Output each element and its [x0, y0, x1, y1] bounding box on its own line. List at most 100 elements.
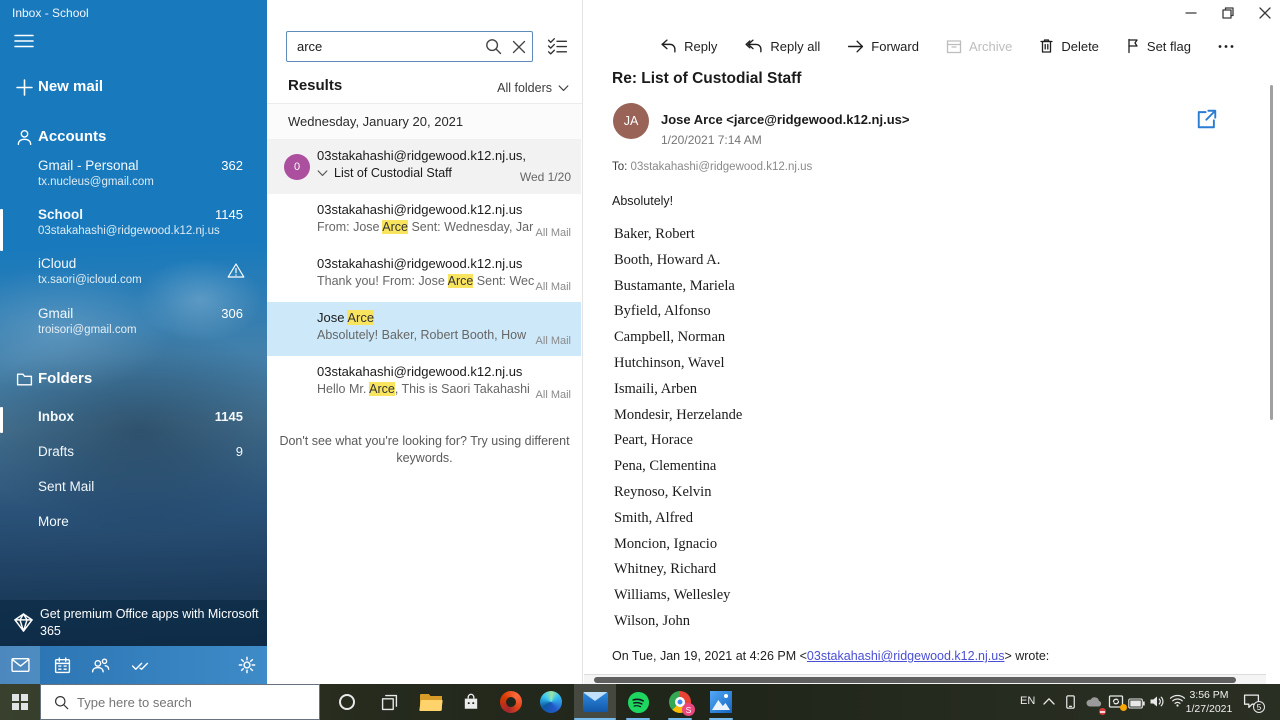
folder-name: Drafts — [38, 444, 75, 459]
accounts-header[interactable]: Accounts — [0, 126, 267, 154]
set-flag-button[interactable]: Set flag — [1126, 38, 1191, 54]
account-email: tx.saori@icloud.com — [38, 274, 142, 286]
selected-folder-indicator — [0, 407, 3, 433]
horizontal-scrollbar[interactable] — [584, 674, 1266, 684]
forward-button[interactable]: Forward — [847, 39, 919, 54]
windows-taskbar: S EN 3:56 — [0, 684, 1280, 720]
result-row-selected[interactable]: Jose Arce Absolutely! Baker, Robert Boot… — [267, 302, 581, 356]
chrome-button[interactable]: S — [660, 684, 700, 720]
plus-icon — [16, 79, 33, 96]
people-nav-button[interactable] — [80, 646, 120, 684]
volume-tray-button[interactable] — [1149, 694, 1165, 714]
archive-button[interactable]: Archive — [946, 39, 1012, 54]
onedrive-tray-button[interactable] — [1085, 694, 1106, 715]
chevron-down-icon — [558, 84, 569, 91]
edge-button[interactable] — [531, 684, 571, 720]
result-folder-label: All Mail — [535, 281, 571, 293]
mail-nav-button[interactable] — [0, 646, 40, 684]
archive-icon — [946, 39, 962, 53]
folders-header[interactable]: Folders — [0, 368, 267, 396]
vertical-scrollbar-thumb[interactable] — [1270, 85, 1273, 420]
folder-drafts[interactable]: Drafts 9 — [38, 444, 255, 468]
result-row-conversation-group[interactable]: 0 03stakahashi@ridgewood.k12.nj.us, List… — [267, 140, 581, 194]
settings-nav-button[interactable] — [227, 646, 267, 684]
restore-button[interactable] — [1221, 6, 1235, 20]
account-unread-count: 306 — [221, 306, 243, 321]
date-group-header: Wednesday, January 20, 2021 — [267, 104, 581, 140]
search-icon — [54, 695, 69, 709]
quoted-email-link[interactable]: 03stakahashi@ridgewood.k12.nj.us — [807, 649, 1005, 663]
trash-icon — [1040, 39, 1053, 53]
close-icon — [512, 40, 526, 53]
to-address: 03stakahashi@ridgewood.k12.nj.us — [630, 161, 813, 173]
expand-chevron-icon[interactable] — [317, 169, 328, 177]
search-input[interactable] — [287, 39, 480, 54]
quoted-message-header: On Tue, Jan 19, 2021 at 4:26 PM <03staka… — [612, 649, 1050, 663]
staff-name: Hutchinson, Wavel — [614, 354, 725, 371]
folder-sent-mail[interactable]: Sent Mail — [38, 479, 255, 503]
reply-button[interactable]: Reply — [660, 39, 717, 54]
action-center-button[interactable]: 5 — [1243, 693, 1265, 713]
taskbar-search-input[interactable] — [77, 694, 319, 710]
battery-tray-button[interactable] — [1128, 696, 1145, 714]
result-folder-label: All Mail — [535, 389, 571, 401]
folder-filter-dropdown[interactable]: All folders — [497, 81, 569, 95]
microsoft-store-button[interactable] — [451, 684, 491, 720]
sync-tray-button[interactable] — [1108, 694, 1127, 711]
result-row[interactable]: 03stakahashi@ridgewood.k12.nj.us Thank y… — [267, 248, 581, 302]
input-language-indicator[interactable]: EN — [1020, 695, 1035, 707]
account-school[interactable]: School 03stakahashi@ridgewood.k12.nj.us … — [38, 207, 255, 253]
file-explorer-button[interactable] — [411, 684, 451, 720]
office-button[interactable] — [491, 684, 531, 720]
app-switcher-bar — [0, 646, 267, 684]
close-button[interactable] — [1258, 6, 1272, 20]
your-phone-tray-button[interactable] — [1063, 694, 1078, 710]
show-hidden-icons-button[interactable] — [1043, 697, 1055, 705]
folder-name: Inbox — [38, 409, 74, 424]
search-results-pane: Results All folders Wednesday, January 2… — [267, 0, 583, 684]
folder-more[interactable]: More — [38, 514, 255, 538]
search-submit-button[interactable] — [480, 32, 506, 61]
reply-all-button[interactable]: Reply all — [744, 39, 820, 54]
account-gmail-personal[interactable]: Gmail - Personal tx.nucleus@gmail.com 36… — [38, 158, 255, 204]
search-highlight: Arce — [347, 310, 375, 325]
horizontal-scrollbar-thumb[interactable] — [594, 677, 1236, 683]
sender-avatar[interactable]: JA — [613, 103, 649, 139]
minimize-button[interactable] — [1184, 6, 1198, 20]
reply-all-icon — [745, 38, 762, 52]
office-promo-banner[interactable]: Get premium Office apps with Microsoft 3… — [0, 600, 267, 646]
delete-button[interactable]: Delete — [1039, 38, 1099, 54]
avatar: 0 — [284, 154, 310, 180]
clear-search-button[interactable] — [506, 32, 532, 61]
open-message-new-window-button[interactable] — [1196, 108, 1218, 130]
result-row[interactable]: 03stakahashi@ridgewood.k12.nj.us Hello M… — [267, 356, 581, 410]
start-button[interactable] — [0, 684, 40, 720]
task-view-button[interactable] — [369, 684, 409, 720]
taskbar-search-box[interactable] — [40, 684, 320, 720]
selection-mode-button[interactable] — [547, 36, 568, 55]
account-gmail[interactable]: Gmail troisori@gmail.com 306 — [38, 306, 255, 352]
battery-icon — [1128, 698, 1145, 709]
new-mail-button[interactable]: New mail — [0, 76, 267, 104]
photos-button[interactable] — [701, 684, 741, 720]
cortana-button[interactable] — [327, 684, 367, 720]
folder-inbox[interactable]: Inbox 1145 — [38, 409, 255, 433]
onedrive-cloud-icon — [1086, 697, 1102, 707]
more-actions-button[interactable] — [1218, 44, 1234, 49]
result-sender: 03stakahashi@ridgewood.k12.nj.us — [317, 256, 523, 271]
staff-name: Smith, Alfred — [614, 509, 693, 526]
taskbar-clock[interactable]: 3:56 PM 1/27/2021 — [1180, 688, 1238, 716]
phone-device-icon — [1066, 695, 1075, 709]
calendar-nav-button[interactable] — [42, 646, 82, 684]
store-icon — [464, 693, 478, 709]
edge-icon — [540, 691, 562, 713]
reading-pane: Reply Reply all Forward Archive Delete S… — [584, 0, 1280, 684]
promo-text: Get premium Office apps with Microsoft 3… — [40, 607, 259, 638]
mail-app-button-active[interactable] — [574, 684, 616, 720]
todo-nav-button[interactable] — [120, 646, 160, 684]
account-icloud[interactable]: iCloud tx.saori@icloud.com — [38, 256, 255, 302]
spotify-button[interactable] — [618, 684, 658, 720]
hamburger-menu-button[interactable] — [14, 33, 34, 49]
sender-name-address: Jose Arce <jarce@ridgewood.k12.nj.us> — [661, 112, 910, 127]
result-row[interactable]: 03stakahashi@ridgewood.k12.nj.us From: J… — [267, 194, 581, 248]
